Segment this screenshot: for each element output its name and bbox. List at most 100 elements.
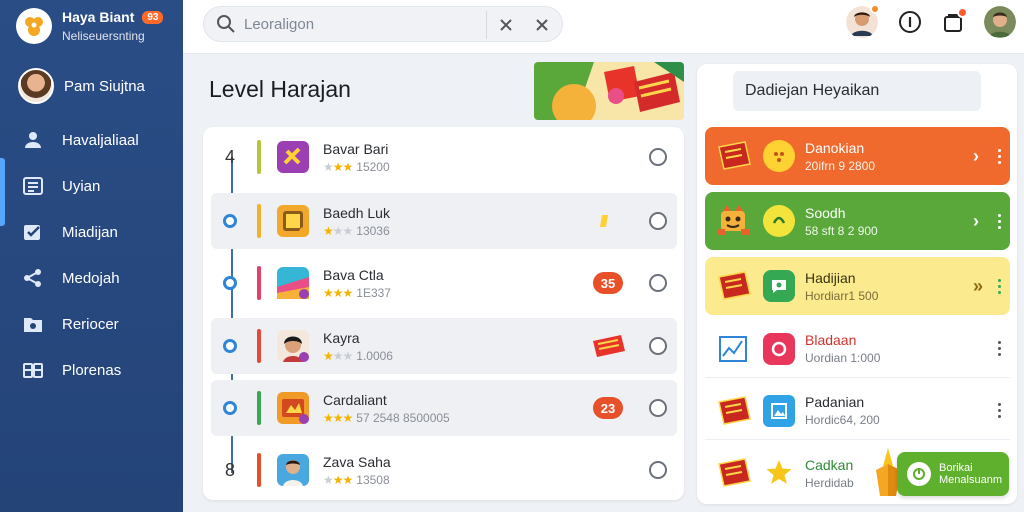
folder-icon — [24, 318, 42, 332]
app-logo-icon — [16, 8, 52, 44]
chevron-right-icon: › — [973, 210, 979, 231]
reward-detail: 58 sft 8 2 900 — [805, 223, 878, 238]
star-rating: ★★★ — [323, 348, 353, 363]
reward-detail: Hordiarr1 500 — [805, 288, 879, 303]
more-options-icon[interactable] — [997, 277, 1001, 295]
sidebar-item-5[interactable]: Reriocer — [0, 301, 183, 347]
level-row[interactable]: 8 Zava Saha ★★★ 13508 — [211, 442, 677, 498]
notifications-button[interactable] — [942, 7, 968, 33]
power-icon — [907, 462, 931, 486]
level-name: Cardaliant — [323, 391, 387, 408]
level-meta: 15200 — [356, 159, 390, 174]
timeline-node — [223, 401, 237, 415]
level-select-radio[interactable] — [649, 148, 667, 166]
account-button[interactable] — [984, 6, 1016, 38]
level-select-radio[interactable] — [649, 399, 667, 417]
reward-item[interactable]: Hadijian Hordiarr1 500 » — [705, 257, 1010, 315]
level-meta: 1E337 — [356, 285, 391, 300]
level-name: Bava Ctla — [323, 266, 384, 283]
sidebar-item-4[interactable]: Medojah — [0, 255, 183, 301]
more-options-icon[interactable] — [997, 340, 1001, 358]
action-button-label: Borikai — [939, 462, 973, 474]
coin-icon — [763, 205, 795, 237]
level-meta: 1.0006 — [356, 348, 393, 363]
reward-name: Padanian — [805, 394, 865, 410]
marker-icon — [599, 215, 609, 227]
level-color-bar — [257, 453, 261, 487]
level-select-radio[interactable] — [649, 212, 667, 230]
reward-detail: Herdidab — [805, 475, 854, 490]
level-color-bar — [257, 391, 261, 425]
sidebar-item-label: Reriocer — [62, 315, 119, 333]
level-number: 8 — [224, 459, 235, 480]
more-options-icon[interactable] — [997, 212, 1001, 230]
level-row[interactable]: 4 Bavar Bari ★★★ 15200 — [211, 129, 677, 185]
level-row[interactable]: Bava Ctla ★★★ 1E337 35 — [211, 255, 677, 311]
sidebar-item-label: Plorenas — [62, 361, 122, 379]
level-color-bar — [257, 266, 261, 300]
timeline-node — [223, 276, 237, 290]
reward-item[interactable]: Soodh 58 sft 8 2 900 › — [705, 192, 1010, 250]
sidebar-item-6[interactable]: Plorenas — [0, 347, 183, 393]
level-name: Kayra — [323, 329, 360, 346]
level-row[interactable]: Cardaliant ★★★ 57 2548 8500005 23 — [211, 380, 677, 436]
brand[interactable]: Haya Biant 93 Neliseuersnting — [16, 8, 164, 44]
sidebar-item-2[interactable]: Uyian — [0, 163, 183, 209]
mascot-icon — [717, 205, 749, 235]
avatar — [984, 6, 1016, 38]
level-thumbnail — [277, 454, 309, 486]
page-title: Level Harajan — [209, 76, 351, 102]
close-search-button[interactable] — [532, 15, 552, 35]
check-icon — [24, 225, 40, 240]
action-button-sublabel: Menalsuanm — [939, 474, 1002, 486]
level-thumbnail — [277, 141, 309, 173]
search-divider — [486, 11, 487, 39]
level-select-radio[interactable] — [649, 337, 667, 355]
top-bar — [183, 0, 1024, 54]
level-row[interactable]: Kayra ★★★ 1.0006 — [211, 318, 677, 374]
coin-icon — [763, 140, 795, 172]
share-icon — [24, 269, 41, 287]
info-icon — [899, 11, 921, 33]
reward-item[interactable]: Padanian Hordic64, 200 — [705, 382, 1010, 440]
ticket-icon — [718, 395, 751, 425]
reward-item[interactable]: Bladaan Uordian 1:000 — [705, 320, 1010, 378]
level-select-radio[interactable] — [649, 274, 667, 292]
claim-reward-button[interactable]: Borikai Menalsuanm — [897, 452, 1009, 496]
chart-card-icon — [719, 335, 747, 362]
reward-detail: 20ifrn 9 2800 — [805, 158, 876, 173]
app-badge: 93 — [142, 10, 164, 24]
level-meta: 57 2548 8500005 — [356, 410, 450, 425]
reward-name: Soodh — [805, 204, 846, 221]
info-button[interactable] — [898, 10, 922, 34]
image-icon — [763, 394, 795, 427]
search-icon — [217, 15, 235, 33]
search-bar — [203, 6, 563, 42]
reward-name: Cadkan — [805, 456, 854, 473]
sidebar-item-1[interactable]: Havaljaliaal — [0, 117, 183, 163]
user-icon — [25, 132, 41, 148]
level-color-bar — [257, 204, 261, 238]
ticket-icon — [718, 141, 751, 170]
level-select-radio[interactable] — [649, 461, 667, 479]
level-color-bar — [257, 140, 261, 174]
star-rating: ★★★ — [323, 472, 353, 487]
ticket-icon — [718, 271, 751, 300]
level-name: Zava Saha — [323, 453, 391, 470]
profile[interactable]: Pam Siujtna — [18, 68, 145, 104]
rewards-header: Dadiejan Heyaikan — [733, 71, 981, 111]
user-menu-button[interactable] — [846, 4, 880, 38]
level-name: Bavar Bari — [323, 140, 389, 157]
level-row[interactable]: Baedh Luk ★★★ 13036 — [211, 193, 677, 249]
sidebar-item-3[interactable]: Miadijan — [0, 209, 183, 255]
search-input[interactable] — [244, 15, 484, 33]
reward-detail: Hordic64, 200 — [805, 413, 880, 427]
reward-item[interactable]: Danokian 20ifrn 9 2800 › — [705, 127, 1010, 185]
more-options-icon[interactable] — [997, 147, 1001, 165]
more-options-icon[interactable] — [997, 402, 1001, 420]
grid-icon — [23, 363, 43, 378]
avatar — [18, 68, 54, 104]
sidebar-item-label: Medojah — [62, 269, 120, 287]
clear-search-button[interactable] — [496, 15, 516, 35]
reward-detail: Uordian 1:000 — [805, 351, 881, 365]
